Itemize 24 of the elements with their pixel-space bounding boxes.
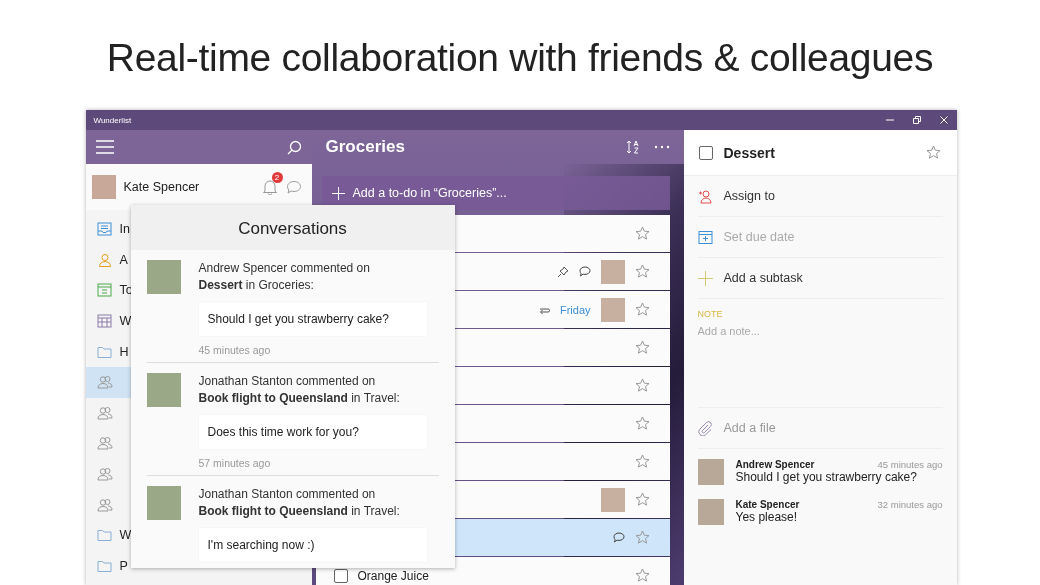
list-title: Groceries (325, 137, 405, 157)
user-name: Kate Spencer (123, 180, 201, 194)
comment-time: 32 minutes ago (877, 499, 943, 510)
note-label: NOTE (697, 309, 724, 319)
message-bubble: Does this time work for you? (198, 415, 427, 449)
conversation-text: Jonathan Stanton commented on Book flight to Queensland in Travel: (198, 486, 401, 520)
message-bubble: Should I get you strawberry cake? (198, 302, 427, 336)
window-title: Wunderlist (93, 115, 132, 125)
comment-author: Andrew Spencer (735, 459, 815, 470)
message-time: 57 minutes ago (198, 457, 272, 469)
conversation-text: Jonathan Stanton commented on Book flight to Queensland in Travel: (198, 373, 401, 407)
task-title: Dessert (723, 144, 776, 161)
comment-author: Kate Spencer (735, 499, 800, 510)
comment-text: Should I get you strawberry cake? (735, 470, 918, 484)
task-title: Orange Juice (357, 568, 429, 583)
comment-text: Yes please! (735, 510, 799, 524)
comment-time: 45 minutes ago (877, 459, 943, 470)
message-bubble: I'm searching now :) (198, 528, 427, 562)
conversation-text: Andrew Spencer commented on Dessert in Groceries: (198, 260, 371, 294)
message-time: 45 minutes ago (198, 344, 272, 356)
headline: Real-time collaboration with friends & colleagues (106, 36, 934, 81)
notification-badge: 2 (271, 172, 283, 183)
due-date: Friday (559, 303, 591, 316)
popup-title: Conversations (130, 205, 455, 250)
